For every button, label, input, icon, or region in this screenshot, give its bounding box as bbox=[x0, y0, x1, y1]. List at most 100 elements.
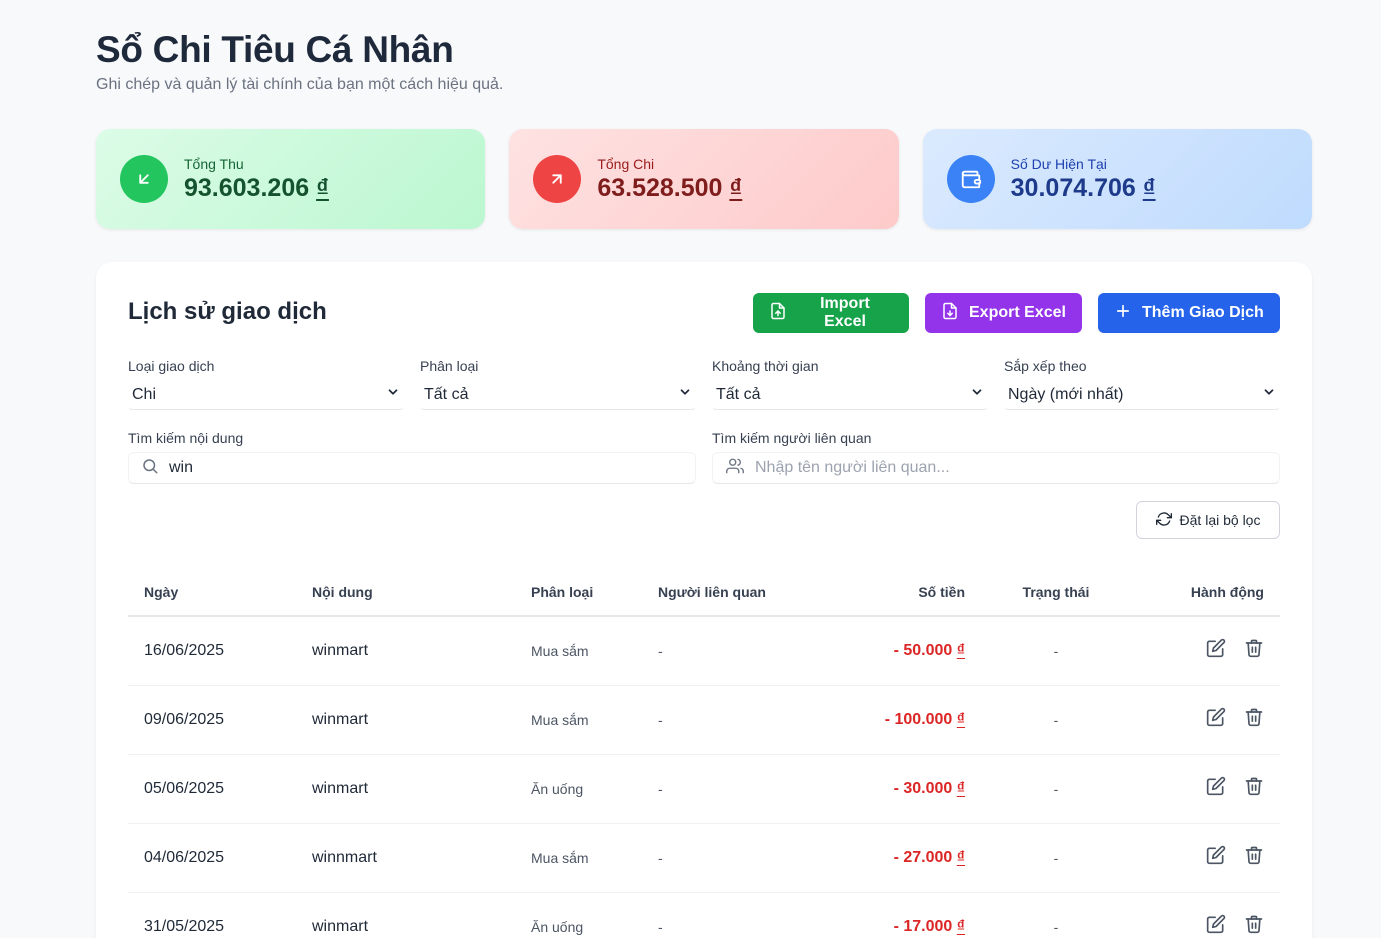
row-person: - bbox=[642, 892, 792, 938]
col-status[interactable]: Trạng thái bbox=[981, 568, 1131, 617]
action-buttons: Import Excel Export Excel Thêm Giao Dịch bbox=[753, 293, 1280, 333]
period-select-value: Tất cả bbox=[716, 385, 761, 403]
table-header-row: Ngày Nội dung Phân loại Người liên quan … bbox=[128, 568, 1280, 617]
row-category: Mua sắm bbox=[515, 685, 642, 755]
transactions-table: Ngày Nội dung Phân loại Người liên quan … bbox=[128, 568, 1280, 938]
file-download-icon bbox=[941, 302, 959, 325]
arrow-up-right-icon bbox=[533, 155, 582, 203]
filter-type: Loại giao dịch Chi bbox=[128, 358, 404, 410]
filter-period: Khoảng thời gian Tất cả bbox=[712, 358, 988, 410]
type-select[interactable]: Chi bbox=[128, 380, 404, 410]
trash-icon[interactable] bbox=[1244, 776, 1264, 801]
col-person[interactable]: Người liên quan bbox=[642, 568, 792, 617]
search-icon bbox=[141, 457, 159, 480]
balance-card: Số Dư Hiện Tại 30.074.706 ₫ bbox=[922, 129, 1312, 229]
row-amount: - 27.000 ₫ bbox=[792, 823, 981, 893]
person-search-input[interactable]: Nhập tên người liên quan... bbox=[712, 452, 1280, 484]
chevron-down-icon bbox=[970, 385, 984, 404]
table-row: 31/05/2025 winmart Ăn uống - - 17.000 ₫ … bbox=[128, 892, 1280, 938]
col-amount[interactable]: Số tiền bbox=[792, 568, 981, 617]
edit-icon[interactable] bbox=[1206, 845, 1226, 870]
row-person: - bbox=[642, 685, 792, 755]
row-actions bbox=[1131, 754, 1280, 824]
row-category: Ăn uống bbox=[515, 754, 642, 824]
filter-sort: Sắp xếp theo Ngày (mới nhất) bbox=[1004, 358, 1280, 410]
content-search-input[interactable]: win bbox=[128, 452, 696, 484]
income-label: Tổng Thu bbox=[184, 155, 244, 172]
balance-value: 30.074.706 ₫ bbox=[1010, 173, 1156, 202]
row-actions bbox=[1131, 892, 1280, 938]
trash-icon[interactable] bbox=[1244, 845, 1264, 870]
expense-value: 63.528.500 ₫ bbox=[597, 173, 743, 202]
row-amount: - 17.000 ₫ bbox=[792, 892, 981, 938]
trash-icon[interactable] bbox=[1244, 914, 1264, 938]
row-amount: - 30.000 ₫ bbox=[792, 754, 981, 824]
col-category[interactable]: Phân loại bbox=[515, 568, 642, 617]
trash-icon[interactable] bbox=[1244, 707, 1264, 732]
page-title: Sổ Chi Tiêu Cá Nhân bbox=[96, 29, 454, 70]
row-content: winmart bbox=[296, 685, 515, 755]
category-select-value: Tất cả bbox=[424, 385, 469, 403]
col-content[interactable]: Nội dung bbox=[296, 568, 515, 617]
trash-icon[interactable] bbox=[1244, 638, 1264, 663]
panel-title: Lịch sử giao dịch bbox=[128, 298, 327, 325]
row-category: Ăn uống bbox=[515, 892, 642, 938]
row-person: - bbox=[642, 754, 792, 824]
table-row: 16/06/2025 winmart Mua sắm - - 50.000 ₫ … bbox=[128, 616, 1280, 686]
row-actions bbox=[1131, 823, 1280, 893]
edit-icon[interactable] bbox=[1206, 638, 1226, 663]
page-header: Sổ Chi Tiêu Cá Nhân Ghi chép và quản lý … bbox=[96, 28, 503, 94]
row-content: winmart bbox=[296, 754, 515, 824]
row-category: Mua sắm bbox=[515, 616, 642, 686]
row-actions bbox=[1131, 616, 1280, 686]
add-transaction-button[interactable]: Thêm Giao Dịch bbox=[1098, 293, 1280, 333]
chevron-down-icon bbox=[1262, 385, 1276, 404]
row-amount: - 50.000 ₫ bbox=[792, 616, 981, 686]
filter-type-label: Loại giao dịch bbox=[128, 358, 215, 374]
row-status: - bbox=[981, 685, 1131, 755]
balance-label: Số Dư Hiện Tại bbox=[1010, 155, 1107, 172]
income-card: Tổng Thu 93.603.206 ₫ bbox=[96, 129, 486, 229]
row-actions bbox=[1131, 685, 1280, 755]
row-content: winmart bbox=[296, 616, 515, 686]
row-status: - bbox=[981, 892, 1131, 938]
edit-icon[interactable] bbox=[1206, 776, 1226, 801]
reset-filters-button[interactable]: Đặt lại bộ lọc bbox=[1136, 501, 1280, 539]
content-search-label: Tìm kiếm nội dung bbox=[128, 430, 244, 446]
row-content: winmart bbox=[296, 892, 515, 938]
file-upload-icon bbox=[769, 302, 787, 325]
expense-label: Tổng Chi bbox=[597, 155, 655, 172]
col-actions: Hành động bbox=[1131, 568, 1280, 617]
table-row: 04/06/2025 winnmart Mua sắm - - 27.000 ₫… bbox=[128, 823, 1280, 893]
summary-cards: Tổng Thu 93.603.206 ₫ Tổng Chi 63.528.50… bbox=[96, 129, 1312, 229]
import-excel-button[interactable]: Import Excel bbox=[753, 293, 909, 333]
person-search-label: Tìm kiếm người liên quan bbox=[712, 430, 872, 446]
export-excel-button[interactable]: Export Excel bbox=[925, 293, 1082, 333]
filter-content-search: Tìm kiếm nội dung win bbox=[128, 430, 696, 484]
sort-select-value: Ngày (mới nhất) bbox=[1008, 385, 1124, 403]
filter-category-label: Phân loại bbox=[420, 358, 479, 374]
import-excel-label: Import Excel bbox=[820, 295, 870, 330]
row-date: 04/06/2025 bbox=[128, 823, 296, 893]
edit-icon[interactable] bbox=[1206, 914, 1226, 938]
row-date: 16/06/2025 bbox=[128, 616, 296, 686]
person-search-placeholder: Nhập tên người liên quan... bbox=[755, 459, 950, 476]
sort-select[interactable]: Ngày (mới nhất) bbox=[1004, 380, 1280, 410]
row-date: 31/05/2025 bbox=[128, 892, 296, 938]
row-status: - bbox=[981, 823, 1131, 893]
category-select[interactable]: Tất cả bbox=[420, 380, 696, 410]
chevron-down-icon bbox=[386, 385, 400, 404]
reset-filters-label: Đặt lại bộ lọc bbox=[1179, 512, 1261, 528]
row-amount: - 100.000 ₫ bbox=[792, 685, 981, 755]
income-value: 93.603.206 ₫ bbox=[184, 173, 329, 202]
row-category: Mua sắm bbox=[515, 823, 642, 893]
expense-card: Tổng Chi 63.528.500 ₫ bbox=[509, 129, 899, 229]
col-date[interactable]: Ngày bbox=[128, 568, 296, 617]
period-select[interactable]: Tất cả bbox=[712, 380, 988, 410]
page-subtitle: Ghi chép và quản lý tài chính của bạn mộ… bbox=[96, 76, 504, 93]
filter-person-search: Tìm kiếm người liên quan Nhập tên người … bbox=[712, 430, 1280, 484]
users-icon bbox=[725, 457, 745, 480]
arrow-down-left-icon bbox=[120, 155, 168, 203]
edit-icon[interactable] bbox=[1206, 707, 1226, 732]
row-content: winnmart bbox=[296, 823, 515, 893]
